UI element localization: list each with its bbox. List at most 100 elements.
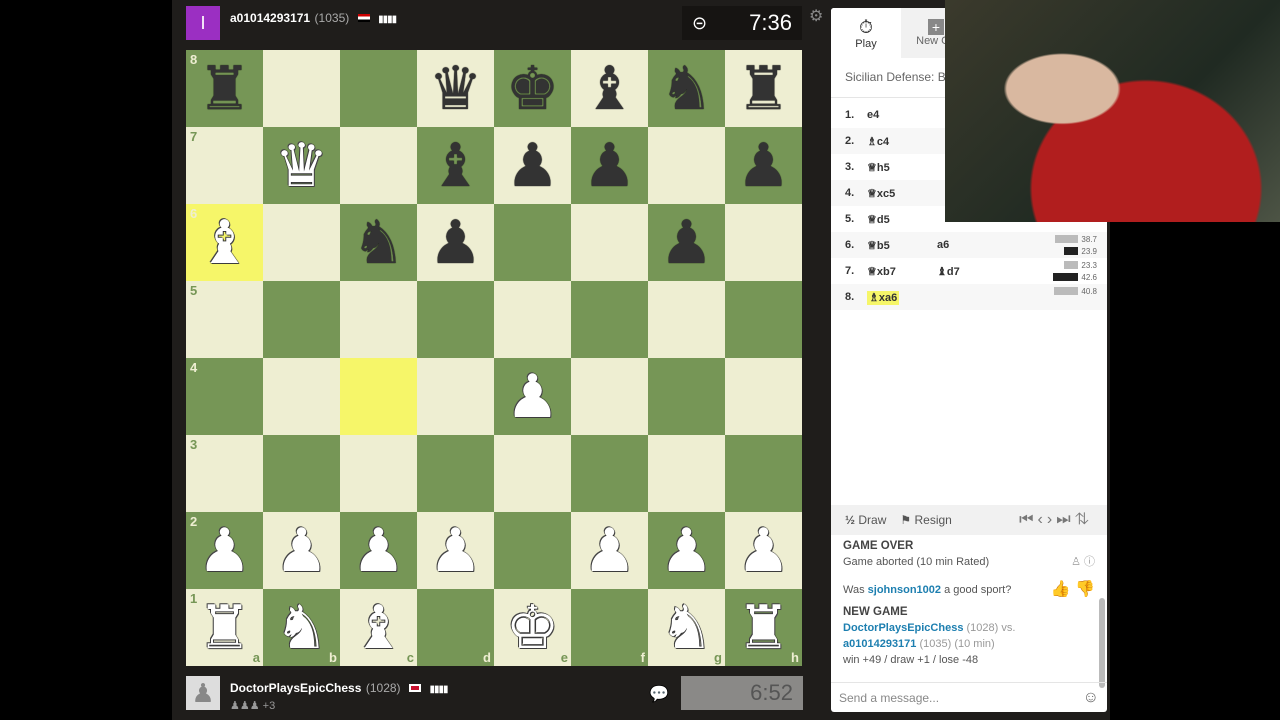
square-b1[interactable]: b ♞ bbox=[263, 589, 340, 666]
square-e8[interactable]: ♚ bbox=[494, 50, 571, 127]
analysis-icon[interactable]: ♙ bbox=[1071, 556, 1081, 568]
square-c7[interactable] bbox=[340, 127, 417, 204]
black-pawn[interactable]: ♟ bbox=[660, 212, 714, 273]
settings-gear-icon[interactable]: ⚙ bbox=[809, 6, 823, 26]
square-h8[interactable]: ♜ bbox=[725, 50, 802, 127]
next-move-icon[interactable]: › bbox=[1047, 511, 1056, 528]
square-e5[interactable] bbox=[494, 281, 571, 358]
black-pawn[interactable]: ♟ bbox=[737, 135, 791, 196]
square-b3[interactable] bbox=[263, 435, 340, 512]
white-move[interactable]: ♕xb7 bbox=[867, 266, 896, 278]
square-h5[interactable] bbox=[725, 281, 802, 358]
square-c4[interactable] bbox=[340, 358, 417, 435]
black-pawn[interactable]: ♟ bbox=[506, 135, 560, 196]
black-pawn[interactable]: ♟ bbox=[583, 135, 637, 196]
square-e1[interactable]: e ♚ bbox=[494, 589, 571, 666]
white-pawn[interactable]: ♟ bbox=[198, 520, 252, 581]
white-pawn[interactable]: ♟ bbox=[737, 520, 791, 581]
square-c8[interactable] bbox=[340, 50, 417, 127]
square-h1[interactable]: h ♜ bbox=[725, 589, 802, 666]
first-move-icon[interactable]: ⏮ bbox=[1019, 511, 1037, 528]
black-move[interactable]: ♝d7 bbox=[937, 266, 960, 278]
thumbs-up-icon[interactable]: 👍 bbox=[1051, 581, 1071, 598]
white-move[interactable]: ♗c4 bbox=[867, 136, 889, 148]
square-e6[interactable] bbox=[494, 204, 571, 281]
square-b5[interactable] bbox=[263, 281, 340, 358]
square-b6[interactable] bbox=[263, 204, 340, 281]
square-h6[interactable] bbox=[725, 204, 802, 281]
white-queen[interactable]: ♛ bbox=[275, 135, 329, 196]
square-g1[interactable]: g ♞ bbox=[648, 589, 725, 666]
square-f6[interactable] bbox=[571, 204, 648, 281]
square-c6[interactable]: ♞ bbox=[340, 204, 417, 281]
square-h2[interactable]: ♟ bbox=[725, 512, 802, 589]
white-pawn[interactable]: ♟ bbox=[506, 366, 560, 427]
square-d4[interactable] bbox=[417, 358, 494, 435]
prev-move-icon[interactable]: ‹ bbox=[1038, 511, 1047, 528]
square-f1[interactable]: f bbox=[571, 589, 648, 666]
square-f2[interactable]: ♟ bbox=[571, 512, 648, 589]
white-move[interactable]: e4 bbox=[867, 109, 879, 121]
square-g7[interactable] bbox=[648, 127, 725, 204]
white-bishop[interactable]: ♝ bbox=[352, 597, 406, 658]
square-e2[interactable] bbox=[494, 512, 571, 589]
black-bishop[interactable]: ♝ bbox=[583, 58, 637, 119]
white-rook[interactable]: ♜ bbox=[198, 597, 252, 658]
square-h4[interactable] bbox=[725, 358, 802, 435]
square-d2[interactable]: ♟ bbox=[417, 512, 494, 589]
square-f4[interactable] bbox=[571, 358, 648, 435]
square-a3[interactable]: 3 bbox=[186, 435, 263, 512]
black-move[interactable]: a6 bbox=[937, 239, 949, 251]
square-e4[interactable]: ♟ bbox=[494, 358, 571, 435]
top-player-name[interactable]: a01014293171 bbox=[230, 11, 310, 25]
black-rook[interactable]: ♜ bbox=[737, 58, 791, 119]
report-icon[interactable]: ⓘ bbox=[1084, 556, 1095, 568]
white-move[interactable]: ♕h5 bbox=[867, 162, 890, 174]
square-c1[interactable]: c ♝ bbox=[340, 589, 417, 666]
white-pawn[interactable]: ♟ bbox=[429, 520, 483, 581]
square-b2[interactable]: ♟ bbox=[263, 512, 340, 589]
square-g2[interactable]: ♟ bbox=[648, 512, 725, 589]
black-knight[interactable]: ♞ bbox=[660, 58, 714, 119]
square-a2[interactable]: 2 ♟ bbox=[186, 512, 263, 589]
square-c2[interactable]: ♟ bbox=[340, 512, 417, 589]
white-bishop[interactable]: ♝ bbox=[198, 212, 252, 273]
resign-button[interactable]: ⚑ Resign bbox=[900, 513, 951, 527]
message-input[interactable]: Send a message... ☺ bbox=[831, 682, 1107, 712]
square-d5[interactable] bbox=[417, 281, 494, 358]
player-link[interactable]: a01014293171 bbox=[843, 638, 916, 650]
chess-board[interactable]: 8 ♜ ♛ ♚ ♝ ♞ ♜ 7 ♛ ♝ ♟ ♟ ♟ 6 ♝ ♞ ♟ ♟ 5 4 ♟ 3 2 ♟ ♟ ♟ ♟ ♟ ♟ ♟ 1 a ♜ b ♞ c ♝ d e ♚… bbox=[186, 50, 802, 666]
square-d7[interactable]: ♝ bbox=[417, 127, 494, 204]
draw-button[interactable]: ½ Draw bbox=[845, 513, 886, 527]
square-a5[interactable]: 5 bbox=[186, 281, 263, 358]
square-g6[interactable]: ♟ bbox=[648, 204, 725, 281]
chat-bubble-icon[interactable]: 💬 bbox=[649, 684, 669, 704]
square-d1[interactable]: d bbox=[417, 589, 494, 666]
square-d3[interactable] bbox=[417, 435, 494, 512]
square-b4[interactable] bbox=[263, 358, 340, 435]
square-a1[interactable]: 1 a ♜ bbox=[186, 589, 263, 666]
square-g3[interactable] bbox=[648, 435, 725, 512]
square-b7[interactable]: ♛ bbox=[263, 127, 340, 204]
flip-board-icon[interactable]: ⇅ bbox=[1075, 511, 1093, 528]
white-rook[interactable]: ♜ bbox=[737, 597, 791, 658]
square-g5[interactable] bbox=[648, 281, 725, 358]
square-g8[interactable]: ♞ bbox=[648, 50, 725, 127]
thumbs-down-icon[interactable]: 👎 bbox=[1075, 581, 1095, 598]
square-b8[interactable] bbox=[263, 50, 340, 127]
tab-play[interactable]: ⏱ Play bbox=[831, 8, 901, 58]
white-move[interactable]: ♕xc5 bbox=[867, 188, 895, 200]
opponent-link[interactable]: sjohnson1002 bbox=[868, 584, 941, 596]
white-knight[interactable]: ♞ bbox=[275, 597, 329, 658]
square-e3[interactable] bbox=[494, 435, 571, 512]
white-knight[interactable]: ♞ bbox=[660, 597, 714, 658]
white-move[interactable]: ♕d5 bbox=[867, 214, 890, 226]
square-c5[interactable] bbox=[340, 281, 417, 358]
bottom-player-avatar[interactable]: ♟ bbox=[186, 676, 220, 710]
black-bishop[interactable]: ♝ bbox=[429, 135, 483, 196]
white-pawn[interactable]: ♟ bbox=[583, 520, 637, 581]
square-h3[interactable] bbox=[725, 435, 802, 512]
square-a6[interactable]: 6 ♝ bbox=[186, 204, 263, 281]
white-pawn[interactable]: ♟ bbox=[275, 520, 329, 581]
emoji-icon[interactable]: ☺ bbox=[1083, 689, 1099, 707]
